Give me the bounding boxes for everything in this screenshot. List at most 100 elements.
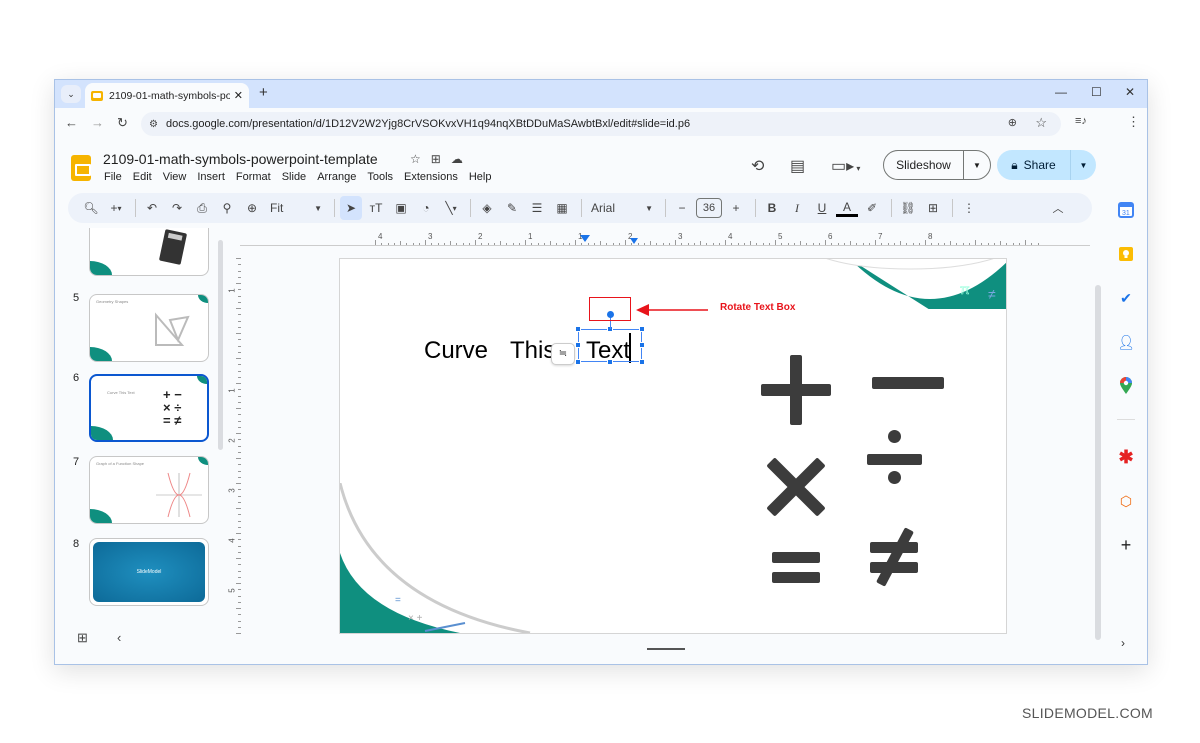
border-color-icon[interactable]: ✎	[501, 196, 523, 220]
zoom-select[interactable]: Fit ▼	[266, 196, 326, 220]
browser-menu-icon[interactable]: ⋮	[1127, 114, 1140, 130]
fill-color-icon[interactable]: ◈	[476, 196, 498, 220]
new-slide-icon[interactable]: + ▾	[105, 196, 127, 220]
get-addons-icon[interactable]: +	[1117, 535, 1135, 555]
slide-thumbnail[interactable]: Geometry Shapes	[89, 294, 209, 362]
resize-handle[interactable]	[575, 359, 581, 365]
calendar-icon[interactable]: 31	[1117, 201, 1135, 219]
vertical-ruler[interactable]: 1 1 2 3 4 5	[228, 258, 243, 638]
collapse-filmstrip-icon[interactable]: ‹	[117, 630, 121, 645]
right-indent-marker[interactable]	[630, 238, 638, 244]
increase-font-size-button[interactable]: +	[725, 196, 747, 220]
keep-icon[interactable]	[1117, 245, 1135, 263]
menu-view[interactable]: View	[163, 171, 187, 183]
font-select[interactable]: Arial ▼	[587, 196, 657, 220]
resize-handle[interactable]	[639, 359, 645, 365]
collapse-toolbar-icon[interactable]: ︿	[1047, 196, 1069, 220]
menu-extensions[interactable]: Extensions	[404, 171, 458, 183]
menu-format[interactable]: Format	[236, 171, 271, 183]
tasks-icon[interactable]: ✔	[1117, 289, 1135, 307]
reading-list-icon[interactable]: ≡♪	[1075, 115, 1087, 127]
slideshow-dropdown-icon[interactable]: ▼	[964, 161, 990, 170]
forward-button[interactable]: →	[91, 115, 104, 130]
grid-view-icon[interactable]: ⊞	[77, 630, 88, 646]
site-info-icon[interactable]: ⚙	[149, 119, 158, 130]
address-bar[interactable]: ⚙ docs.google.com/presentation/d/1D12V2W…	[141, 112, 1061, 136]
italic-button[interactable]: I	[786, 196, 808, 220]
new-tab-button[interactable]: +	[259, 84, 268, 101]
slide-thumbnail[interactable]: SlideModel	[89, 538, 209, 606]
speaker-notes-drag-handle[interactable]	[647, 648, 685, 650]
search-menus-icon[interactable]: 🔍︎	[80, 196, 102, 220]
border-dash-icon[interactable]: ▦	[551, 196, 573, 220]
highlight-color-icon[interactable]: ✐	[861, 196, 883, 220]
slide-thumbnail[interactable]	[89, 228, 209, 276]
redo-icon[interactable]: ↷	[166, 196, 188, 220]
slideshow-label[interactable]: Slideshow	[884, 151, 964, 179]
resize-handle[interactable]	[575, 342, 581, 348]
maximize-button[interactable]: ☐	[1091, 85, 1102, 99]
minimize-button[interactable]: —	[1055, 85, 1067, 99]
add-comment-icon[interactable]: ⊞	[922, 196, 944, 220]
show-side-panel-icon[interactable]: ›	[1121, 636, 1125, 650]
print-icon[interactable]: ⎙	[191, 196, 213, 220]
paint-format-icon[interactable]: ⚲	[216, 196, 238, 220]
shape-icon[interactable]: ◔	[415, 196, 437, 220]
slideshow-button[interactable]: Slideshow ▼	[883, 150, 991, 180]
more-options-icon[interactable]: ⋮	[958, 196, 980, 220]
resize-handle[interactable]	[639, 326, 645, 332]
insert-link-icon[interactable]: ⛓	[897, 196, 919, 220]
close-window-button[interactable]: ✕	[1125, 85, 1135, 99]
menu-insert[interactable]: Insert	[197, 171, 225, 183]
resize-handle[interactable]	[639, 342, 645, 348]
bold-button[interactable]: B	[761, 196, 783, 220]
slides-logo[interactable]	[71, 155, 91, 181]
border-weight-icon[interactable]: ☰	[526, 196, 548, 220]
menu-help[interactable]: Help	[469, 171, 492, 183]
share-dropdown-icon[interactable]: ▼	[1071, 161, 1096, 170]
line-icon[interactable]: ╲ ▾	[440, 196, 462, 220]
filmstrip-scrollbar[interactable]	[218, 240, 223, 450]
smart-chip-icon[interactable]: ≒	[551, 343, 575, 365]
first-line-indent-marker[interactable]	[580, 235, 590, 242]
underline-button[interactable]: U	[811, 196, 833, 220]
menu-slide[interactable]: Slide	[282, 171, 306, 183]
horizontal-ruler[interactable]: 432112345678	[240, 232, 1090, 246]
addon-office-icon[interactable]: ⬡	[1117, 492, 1135, 510]
star-icon[interactable]: ☆	[410, 152, 421, 166]
version-history-icon[interactable]: ⟲	[751, 156, 764, 176]
document-title[interactable]: 2109-01-math-symbols-powerpoint-template	[103, 151, 378, 167]
addon-asterisk-icon[interactable]: ✱	[1117, 447, 1135, 467]
menu-tools[interactable]: Tools	[367, 171, 393, 183]
font-size-input[interactable]: 36	[696, 198, 722, 218]
maps-icon[interactable]	[1117, 377, 1135, 395]
move-folder-icon[interactable]: ⊞	[431, 152, 441, 166]
zoom-icon[interactable]: ⊕	[241, 196, 263, 220]
decrease-font-size-button[interactable]: −	[671, 196, 693, 220]
slide-canvas[interactable]: π ≠ = × + Curve This Text ≒ Rotate Text …	[339, 258, 1007, 634]
url-text[interactable]: docs.google.com/presentation/d/1D12V2W2Y…	[166, 118, 690, 130]
resize-handle[interactable]	[575, 326, 581, 332]
menu-file[interactable]: File	[104, 171, 122, 183]
reload-button[interactable]: ↻	[117, 115, 128, 131]
resize-handle[interactable]	[607, 359, 613, 365]
word-curve[interactable]: Curve	[424, 337, 488, 365]
slide-thumbnail[interactable]: Graph of a Function Shape	[89, 456, 209, 524]
canvas-scrollbar[interactable]	[1095, 285, 1101, 640]
text-color-button[interactable]: A	[836, 199, 858, 217]
bookmark-star-icon[interactable]: ☆	[1035, 115, 1047, 131]
menu-edit[interactable]: Edit	[133, 171, 152, 183]
comments-icon[interactable]: ▤	[790, 156, 805, 176]
share-button[interactable]: 🔒︎ Share ▼	[997, 150, 1096, 180]
select-tool-icon[interactable]: ➤	[340, 196, 362, 220]
menu-arrange[interactable]: Arrange	[317, 171, 356, 183]
undo-icon[interactable]: ↶	[141, 196, 163, 220]
meet-video-icon[interactable]: ▭▸ ▾	[831, 156, 860, 176]
cloud-saved-icon[interactable]: ☁	[451, 152, 463, 166]
image-icon[interactable]: ▣	[390, 196, 412, 220]
slide-thumbnail-active[interactable]: Curve This Text + − × ÷ = ≠	[89, 374, 209, 442]
browser-tab[interactable]: 2109-01-math-symbols-powerpoint-template…	[85, 83, 249, 108]
selected-text-box[interactable]	[578, 329, 642, 362]
text-box-icon[interactable]: тT	[365, 196, 387, 220]
contacts-icon[interactable]: 👤︎	[1117, 333, 1135, 351]
